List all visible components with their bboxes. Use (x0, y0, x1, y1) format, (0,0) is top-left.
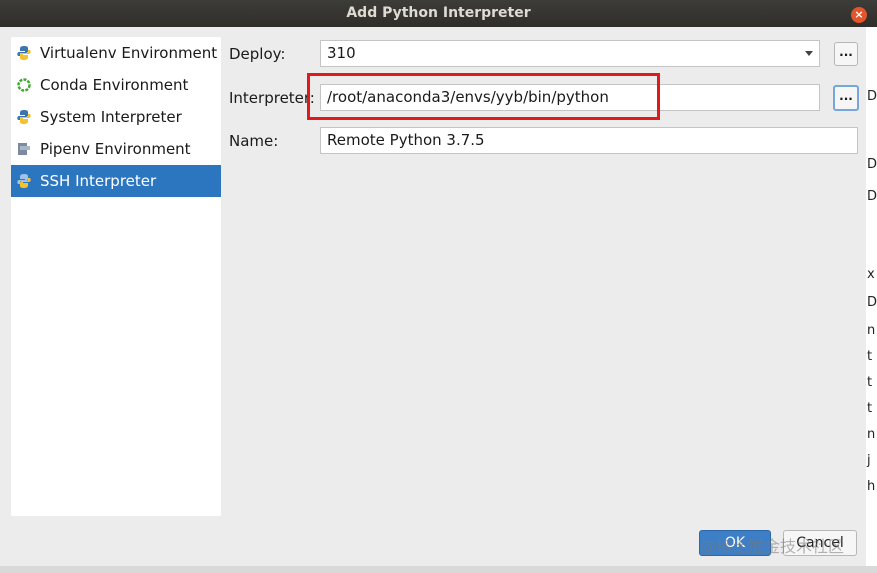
sidebar-item-system-interpreter[interactable]: System Interpreter (11, 101, 221, 133)
sidebar-item-label: SSH Interpreter (40, 172, 157, 190)
interpreter-type-list: Virtualenv Environment Conda Environment… (11, 37, 221, 516)
annotation-highlight-box (307, 73, 660, 120)
sidebar-item-pipenv[interactable]: Pipenv Environment (11, 133, 221, 165)
close-button[interactable]: × (851, 7, 867, 23)
background-char: D (867, 295, 877, 310)
deploy-select[interactable]: 310 (320, 40, 820, 67)
background-char: j (867, 453, 871, 468)
background-char: n (867, 427, 876, 442)
deploy-browse-button[interactable]: ... (834, 42, 858, 66)
sidebar-item-label: System Interpreter (40, 108, 182, 126)
ssh-python-icon (16, 173, 32, 189)
name-label: Name: (229, 132, 279, 150)
background-char: t (867, 401, 873, 416)
conda-ring-icon (16, 77, 32, 93)
name-value: Remote Python 3.7.5 (327, 131, 485, 149)
bottom-border (0, 566, 877, 573)
watermark: @稀土掘金技术社区 (700, 537, 845, 556)
pipenv-icon (16, 141, 32, 157)
background-window-strip: D D D x D n t t t n j h (866, 27, 877, 573)
deploy-label: Deploy: (229, 45, 286, 63)
sidebar-item-virtualenv[interactable]: Virtualenv Environment (11, 37, 221, 69)
background-char: D (867, 189, 877, 204)
background-char: h (867, 479, 876, 494)
sidebar-item-label: Virtualenv Environment (40, 44, 218, 62)
background-char: D (867, 157, 877, 172)
chevron-down-icon (805, 51, 813, 56)
name-field[interactable]: Remote Python 3.7.5 (320, 127, 858, 154)
window-title: Add Python Interpreter (346, 5, 531, 21)
sidebar-item-ssh-interpreter[interactable]: SSH Interpreter (11, 165, 221, 197)
window-title-bar: Add Python Interpreter × (0, 0, 877, 27)
python-icon (16, 45, 32, 61)
background-char: x (867, 267, 875, 282)
background-char: n (867, 323, 876, 338)
background-char: t (867, 375, 873, 390)
background-char: t (867, 349, 873, 364)
background-char: D (867, 89, 877, 104)
python-icon (16, 109, 32, 125)
close-icon: × (854, 8, 864, 21)
deploy-value: 310 (327, 44, 356, 62)
sidebar-item-label: Pipenv Environment (40, 140, 191, 158)
sidebar-item-conda[interactable]: Conda Environment (11, 69, 221, 101)
sidebar-item-label: Conda Environment (40, 76, 189, 94)
interpreter-browse-button[interactable]: ... (833, 85, 859, 111)
interpreter-label: Interpreter: (229, 89, 315, 107)
